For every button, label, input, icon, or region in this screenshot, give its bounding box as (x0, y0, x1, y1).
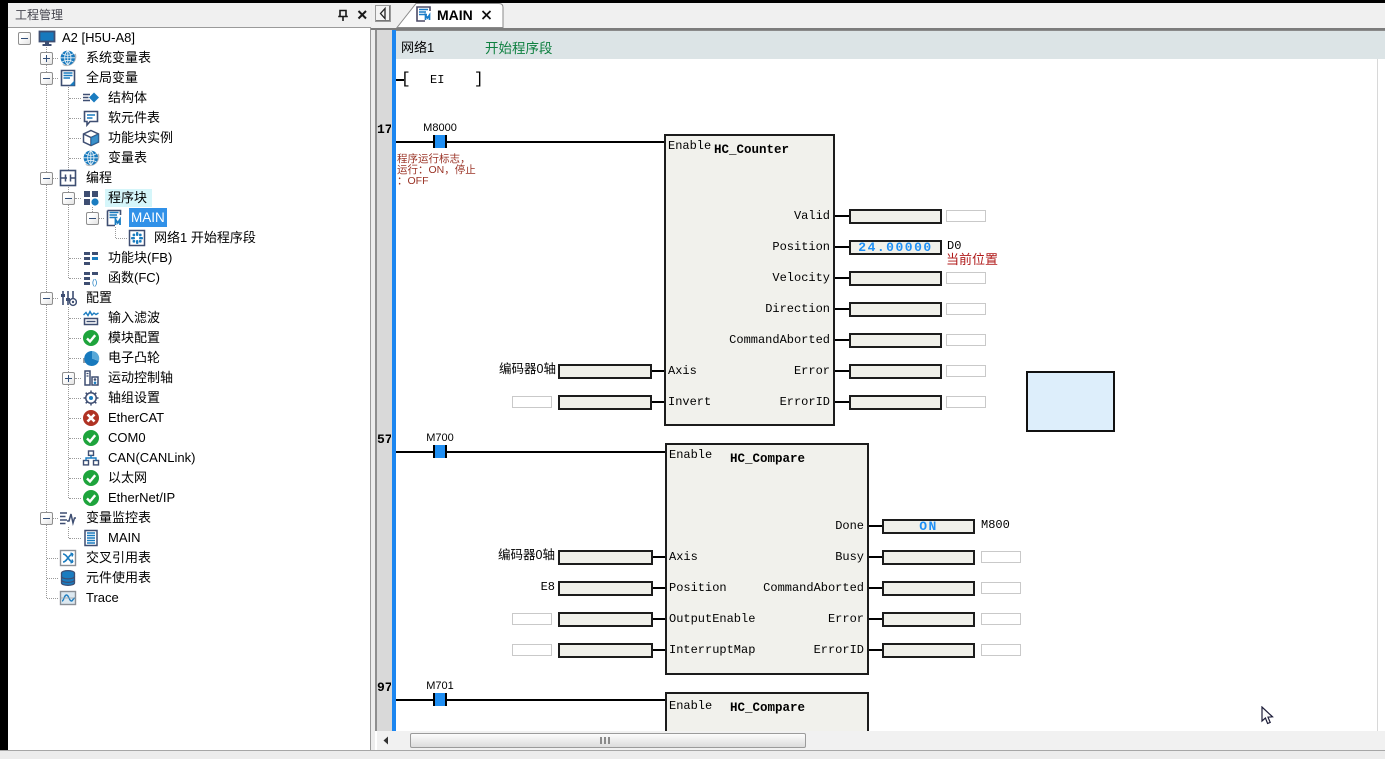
svg-text:(): () (92, 278, 98, 287)
